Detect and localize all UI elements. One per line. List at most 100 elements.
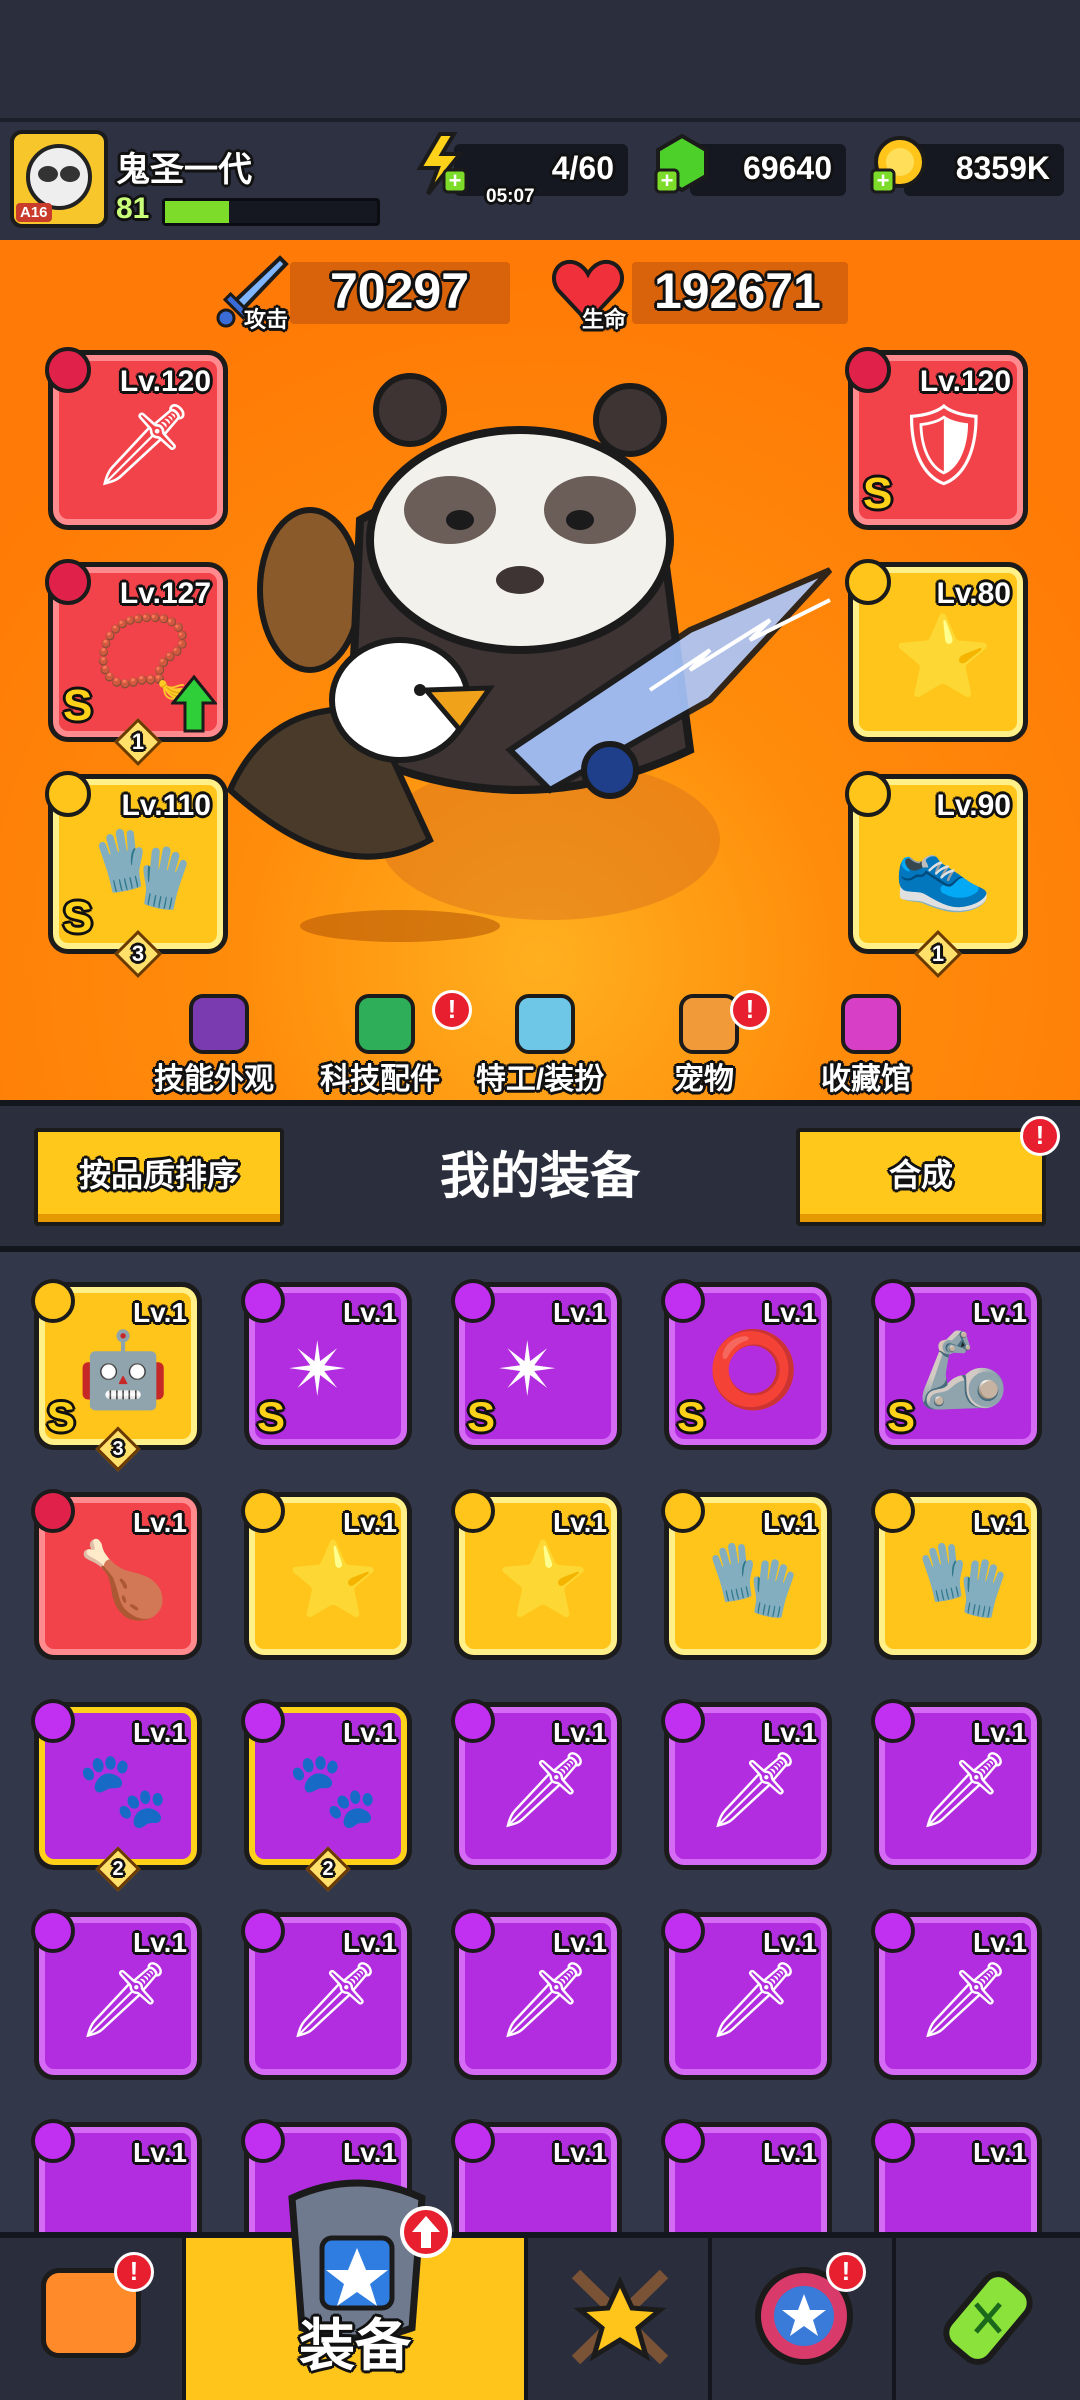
weapon-category-icon [31, 1489, 75, 1533]
item-level: Lv.1 [973, 1717, 1027, 1748]
grid-item[interactable]: Lv.1 🧤 [661, 1489, 832, 1660]
item-rarity: S [677, 1393, 706, 1440]
equipped-armor-slot[interactable]: Lv.120 🛡 S [845, 347, 1028, 530]
weapon-category-icon [241, 1909, 285, 1953]
tab-equipment-label: 装备 [299, 2314, 411, 2377]
grid-item[interactable]: Lv.1 ✴ S [241, 1279, 412, 1450]
weapon-category-icon [871, 1699, 915, 1743]
coin-value: 8359K [955, 150, 1050, 186]
equipped-weapon-slot[interactable]: Lv.120 🗡 [45, 347, 228, 530]
nav-collection[interactable]: 收藏馆 [796, 994, 936, 1098]
grid-item[interactable]: Lv.1 🗡 [451, 1699, 622, 1870]
grid-item[interactable]: Lv.1 🐾 2 [31, 1699, 202, 1892]
player-avatar[interactable]: A16 [10, 130, 108, 228]
nav-skill-skin-label: 技能外观 [154, 1063, 274, 1096]
grid-item[interactable]: Lv.1 🗡 [871, 1909, 1042, 2080]
tab-shop[interactable]: ! [0, 2238, 186, 2400]
kunai-icon: 🗡 [707, 1958, 801, 2041]
gauntlet-icon: 🦾 [917, 1328, 1010, 1411]
weapon-category-icon [31, 1909, 75, 1953]
weapon-category-icon [661, 2119, 705, 2163]
tab-gene[interactable] [896, 2238, 1080, 2400]
claw-icon: 🐾 [77, 1748, 170, 1831]
item-level: Lv.1 [133, 1507, 187, 1538]
grid-item[interactable]: Lv.1 🐾 2 [241, 1699, 412, 1892]
grid-item[interactable]: Lv.1 🗡 [241, 1909, 412, 2080]
equipped-boots-slot[interactable]: Lv.90 👟 1 [845, 771, 1028, 979]
grid-item[interactable]: Lv.1 🍗 [31, 1489, 202, 1660]
weapon-category-icon [45, 347, 91, 393]
item-level: Lv.1 [973, 1297, 1027, 1328]
nav-tech-parts[interactable]: 科技配件 ! [310, 990, 472, 1098]
nav-pet[interactable]: 宠物 ! [634, 990, 774, 1098]
svg-text:+: + [449, 168, 462, 193]
grid-item[interactable]: Lv.1 🧤 [871, 1489, 1042, 1660]
belt-icon: ⭕ [707, 1328, 800, 1411]
tab-events[interactable]: ! [712, 2238, 896, 2400]
gauntlet-icon: 🧤 [93, 824, 193, 913]
item-level: Lv.1 [763, 2137, 817, 2168]
item-rarity: S [47, 1393, 76, 1440]
weapon-category-icon [241, 2119, 285, 2163]
item-level: Lv.1 [763, 1297, 817, 1328]
item-level: Lv.1 [973, 2137, 1027, 2168]
merge-button[interactable]: 合成 [796, 1128, 1046, 1226]
merge-alert-badge: ! [1020, 1116, 1060, 1156]
grid-item[interactable]: Lv.1 [871, 2119, 1042, 2232]
grid-item[interactable]: Lv.1 [451, 2119, 622, 2232]
grid-item[interactable]: Lv.1 ✴ S [451, 1279, 622, 1450]
weapon-category-icon [241, 1279, 285, 1323]
xp-bar-fill [165, 201, 229, 223]
grid-item[interactable]: Lv.1 🗡 [661, 1909, 832, 2080]
weapon-category-icon [871, 2119, 915, 2163]
nav-skill-skin[interactable]: 技能外观 [144, 994, 284, 1098]
claw-icon: 🐾 [287, 1748, 380, 1831]
drumstick-icon: 🍗 [77, 1538, 170, 1621]
weapon-category-icon [871, 1909, 915, 1953]
dna-capsule-icon [943, 2271, 1033, 2365]
weapon-category-icon [451, 2119, 495, 2163]
nav-collection-label: 收藏馆 [821, 1063, 911, 1096]
coin-plus-icon[interactable]: + [868, 132, 928, 198]
equipped-gloves-slot[interactable]: Lv.110 🧤 S 3 [45, 771, 228, 979]
grid-item[interactable]: Lv.1 🗡 [871, 1699, 1042, 1870]
grid-item[interactable]: Lv.1 🗡 [31, 1909, 202, 2080]
item-level: Lv.1 [553, 2137, 607, 2168]
gloves-category-icon [241, 1699, 285, 1743]
weapon-category-icon [451, 1699, 495, 1743]
equipped-belt-slot[interactable]: Lv.80 ⭐ [845, 559, 1028, 742]
belt-icon: ⭐ [893, 612, 993, 701]
grid-item[interactable]: Lv.1 ⭐ [451, 1489, 622, 1660]
lightning-plus-icon[interactable]: + [414, 132, 474, 198]
item-level: Lv.1 [343, 2137, 397, 2168]
tab-battle[interactable] [528, 2238, 712, 2400]
item-level: Lv.1 [343, 1927, 397, 1958]
grid-item[interactable]: Lv.1 [661, 2119, 832, 2232]
grid-item[interactable]: Lv.1 🤖 S 3 [31, 1279, 202, 1472]
grid-item[interactable]: Lv.1 ⭐ [241, 1489, 412, 1660]
grid-item[interactable]: Lv.1 🦾 S [871, 1279, 1042, 1450]
sort-by-quality-button[interactable]: 按品质排序 [34, 1128, 284, 1226]
gem-plus-icon[interactable]: + [652, 132, 712, 198]
spiked-blade-icon: ✴ [497, 1328, 560, 1411]
gem-counter[interactable]: 69640 [690, 144, 846, 196]
belt-category-icon [451, 1489, 495, 1533]
grid-item[interactable]: Lv.1 🗡 [661, 1699, 832, 1870]
robot-armor-icon: 🤖 [77, 1328, 170, 1411]
events-alert-badge: ! [826, 2252, 866, 2292]
grid-item[interactable]: Lv.1 ⭕ S [661, 1279, 832, 1450]
weapon-category-icon [661, 1909, 705, 1953]
pet-alert-badge: ! [730, 990, 770, 1030]
equipped-necklace-slot[interactable]: Lv.127 📿 S 1 [45, 559, 228, 767]
energy-counter[interactable]: 4/60 [454, 144, 628, 196]
grid-item[interactable]: Lv.1 [31, 2119, 202, 2232]
crossed-swords-star-icon [571, 2269, 669, 2365]
grid-item[interactable]: Lv.1 🗡 [451, 1909, 622, 2080]
item-level: Lv.1 [133, 1717, 187, 1748]
item-rarity: S [257, 1393, 286, 1440]
tab-equipment[interactable]: 装备 [186, 2179, 528, 2400]
coin-counter[interactable]: 8359K [904, 144, 1064, 196]
gloves-rarity: S [63, 893, 93, 942]
hp-value: 192671 [654, 263, 821, 319]
nav-agent-outfit[interactable]: 特工/装扮 [470, 994, 610, 1098]
